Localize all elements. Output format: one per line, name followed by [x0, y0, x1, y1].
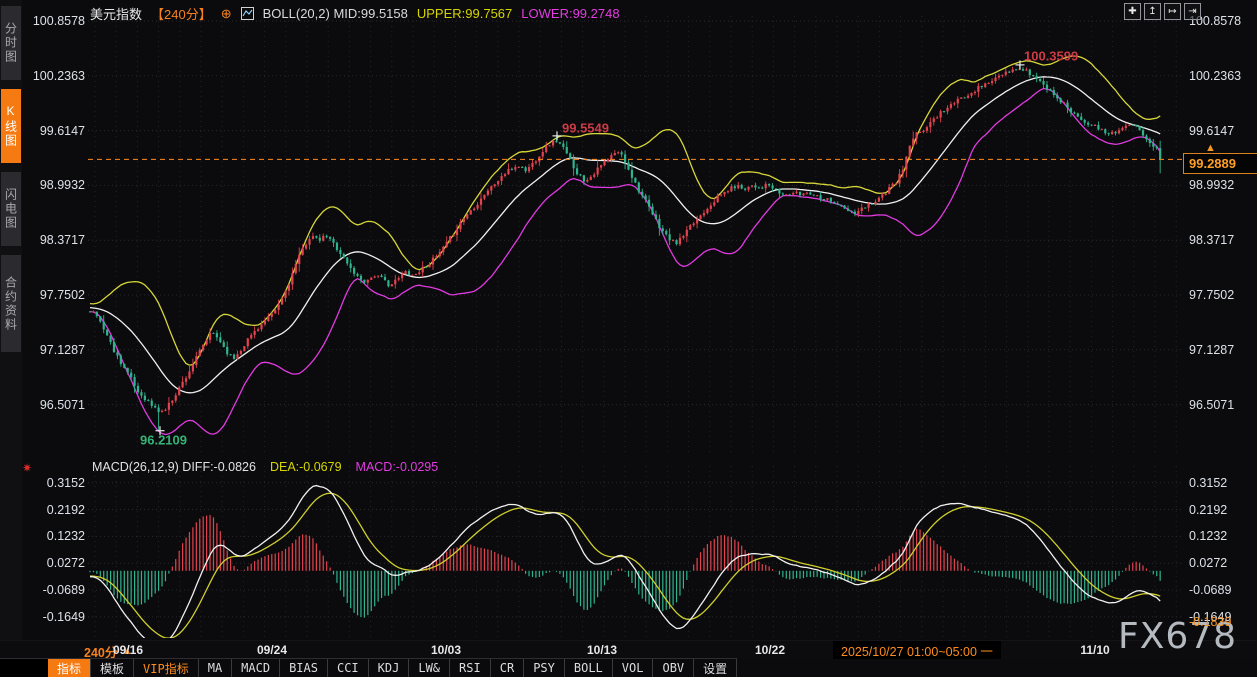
x-axis-date-label: 09/24 [256, 643, 288, 657]
price-axis-label-right: 98.3717 [1189, 232, 1235, 247]
indicator-chart-icon [240, 7, 254, 20]
macd-axis-label-left: 0.3152 [46, 475, 85, 490]
scale-vertical-icon[interactable]: ↥ [1144, 3, 1161, 20]
x-axis-date-label: 10/13 [586, 643, 618, 657]
price-axis-label-right: 99.6147 [1189, 123, 1235, 138]
toolbar-item-RSI[interactable]: RSI [450, 659, 491, 677]
last-price-tag: 99.2889 [1183, 153, 1257, 175]
swing-high-annotation: 99.5549 [562, 120, 609, 136]
sidebar-tab-分时图[interactable]: 分时图 [1, 6, 21, 80]
price-axis-label-left: 96.5071 [39, 397, 85, 412]
macd-value-label: MACD:-0.0295 [355, 460, 439, 474]
macd-axis-label-left: -0.0689 [42, 582, 85, 597]
toolbar-item-OBV[interactable]: OBV [653, 659, 695, 677]
price-axis-label-left: 100.8578 [32, 13, 85, 28]
trading-app: 分时图 K线图闪电图合约资料 美元指数 【240分】 ⊕ BOLL(20,2) M… [0, 0, 1257, 677]
x-axis-date-label: 10/22 [754, 643, 786, 657]
macd-axis-label-right: 0.2192 [1189, 502, 1228, 517]
period-label: 【240分】 [151, 7, 212, 22]
indicator-toolbar: 指标 模板 VIP指标 MA MACD BIAS CCI KDJ LW& RSI CR PSY BOLL… [48, 658, 738, 677]
toolbar-item-CR[interactable]: CR [491, 659, 525, 677]
price-axis-label-left: 97.1287 [39, 342, 85, 357]
sidebar-tab-合约资料[interactable]: 合约资料 [1, 255, 21, 352]
toolbar-item-LW&[interactable]: LW& [409, 659, 451, 677]
boll-lower-label: LOWER:99.2748 [521, 6, 620, 21]
scale-horizontal-icon[interactable]: ↦ [1164, 3, 1181, 20]
price-axis-label-left: 99.6147 [39, 123, 85, 138]
price-axis-label-left: 97.7502 [39, 287, 85, 302]
macd-axis-label-left: 0.0272 [46, 555, 85, 570]
toolbar-item-PSY[interactable]: PSY [524, 659, 565, 677]
price-up-triangle-icon: ▲ [1205, 142, 1216, 155]
boll-mid-label: BOLL(20,2) MID:99.5158 [262, 6, 408, 21]
price-chart-canvas[interactable] [0, 0, 1257, 677]
sidebar-tab-闪电图[interactable]: 闪电图 [1, 172, 21, 246]
symbol-title: 美元指数 [90, 7, 143, 22]
toolbar-item-指标[interactable]: 指标 [48, 659, 92, 677]
boll-upper-label: UPPER:99.7567 [416, 6, 513, 21]
macd-diff-label: MACD(26,12,9) DIFF:-0.0826 [92, 460, 256, 474]
x-axis-date-label: 11/10 [1080, 643, 1110, 657]
sidebar: 分时图 K线图闪电图合约资料 [0, 0, 22, 677]
swing-low-annotation: 96.2109 [140, 432, 187, 448]
toolbar-item-模板[interactable]: 模板 [91, 659, 135, 677]
timeline: 240分 ▲ 2025/10/27 01:00~05:00 一 09/16 09/… [0, 640, 1257, 660]
toolbar-item-KDJ[interactable]: KDJ [369, 659, 410, 677]
price-axis-label-right: 96.5071 [1189, 397, 1235, 412]
macd-axis-label-left: 0.2192 [46, 502, 85, 517]
price-axis-label-right: 97.7502 [1189, 287, 1235, 302]
macd-axis-label-right: 0.1232 [1189, 529, 1228, 544]
window-controls: ✚ ↥ ↦ ⇥ [1124, 3, 1201, 20]
price-axis-label-right: 98.9932 [1189, 178, 1235, 193]
exit-chart-icon[interactable]: ⇥ [1184, 3, 1201, 20]
price-axis-label-left: 98.9932 [39, 178, 85, 193]
toolbar-item-MA[interactable]: MA [199, 659, 233, 677]
peak-high-annotation: 100.3599 [1024, 48, 1079, 64]
toolbar-item-MACD[interactable]: MACD [232, 659, 281, 677]
price-axis-label-left: 100.2363 [32, 68, 85, 83]
macd-header: MACD(26,12,9) DIFF:-0.0826 DEA:-0.0679 M… [92, 460, 438, 474]
macd-axis-label-right: 0.0272 [1189, 555, 1228, 570]
chart-header: 美元指数 【240分】 ⊕ BOLL(20,2) MID:99.5158 UPP… [90, 5, 620, 23]
macd-alert-icon[interactable]: ✷ [22, 461, 32, 475]
macd-axis-label-right: -0.0689 [1189, 582, 1232, 597]
toolbar-item-设置[interactable]: 设置 [694, 659, 738, 677]
macd-dea-label: DEA:-0.0679 [269, 460, 342, 474]
macd-axis-label-right: 0.3152 [1189, 475, 1228, 490]
toolbar-left-spacer [0, 658, 48, 677]
price-axis-label-left: 98.3717 [39, 232, 85, 247]
move-icon[interactable]: ✚ [1124, 3, 1141, 20]
hovered-bar-datetime: 2025/10/27 01:00~05:00 一 [833, 641, 1001, 659]
toolbar-item-BIAS[interactable]: BIAS [280, 659, 328, 677]
price-axis-label-right: 97.1287 [1189, 342, 1235, 357]
price-axis-label-right: 100.2363 [1189, 68, 1242, 83]
toolbar-item-BOLL[interactable]: BOLL [565, 659, 613, 677]
circle-plus-icon[interactable]: ⊕ [221, 6, 232, 22]
macd-axis-label-left: 0.1232 [46, 529, 85, 544]
toolbar-item-VOL[interactable]: VOL [613, 659, 654, 677]
toolbar-item-CCI[interactable]: CCI [328, 659, 369, 677]
macd-min-label: -0.1839 [1189, 615, 1232, 630]
toolbar-item-VIP指标[interactable]: VIP指标 [134, 659, 199, 677]
sidebar-tab-K线图[interactable]: K线图 [1, 89, 21, 163]
x-axis-date-label: 10/03 [430, 643, 462, 657]
x-axis-date-label: 09/16 [112, 643, 144, 657]
macd-axis-label-left: -0.1649 [42, 609, 85, 624]
